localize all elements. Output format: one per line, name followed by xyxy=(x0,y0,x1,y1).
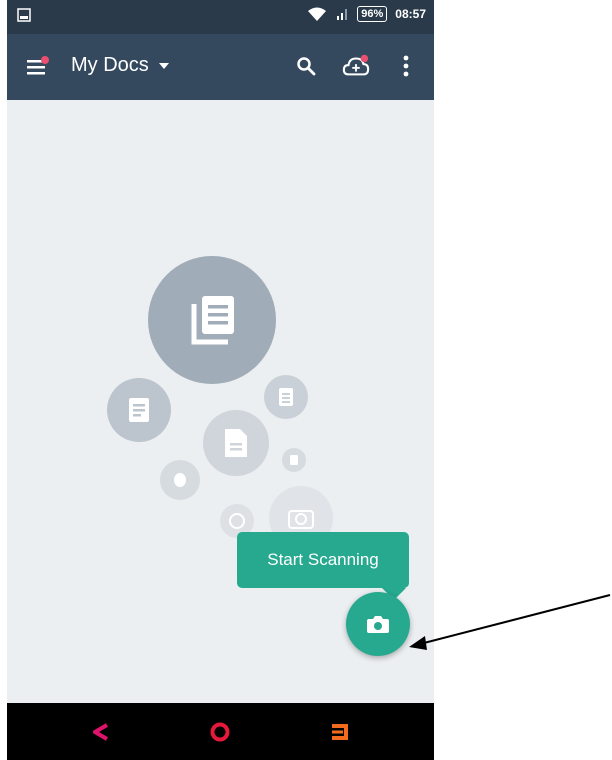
battery-level: 96% xyxy=(357,6,388,22)
signal-icon xyxy=(337,9,348,20)
more-vert-icon xyxy=(403,55,409,77)
page: 96% 08:57 My Docs Start Scanning xyxy=(0,0,612,760)
app-bar: My Docs xyxy=(7,34,434,100)
search-icon xyxy=(297,57,316,76)
status-bar: 96% 08:57 xyxy=(7,0,434,34)
menu-icon xyxy=(27,56,49,75)
wifi-icon xyxy=(308,7,327,21)
clock: 08:57 xyxy=(395,7,426,21)
document-bubble-icon xyxy=(264,375,308,419)
documents-illustration-icon xyxy=(148,256,276,384)
recent-apps-button[interactable] xyxy=(321,713,359,751)
home-button[interactable] xyxy=(201,713,239,751)
app-bar-actions xyxy=(292,52,420,80)
start-scanning-tooltip: Start Scanning xyxy=(237,532,409,588)
screenshot-notification-icon xyxy=(17,8,31,22)
back-button[interactable] xyxy=(81,713,119,751)
document-bubble-icon xyxy=(107,378,171,442)
scan-camera-button[interactable] xyxy=(346,592,410,656)
folder-selector[interactable]: My Docs xyxy=(71,54,169,77)
decorative-bubble xyxy=(282,448,306,472)
app-title: My Docs xyxy=(71,54,149,76)
decorative-bubble xyxy=(160,460,200,500)
recent-apps-icon xyxy=(332,724,348,740)
system-nav-bar xyxy=(7,703,434,760)
cloud-sync-button[interactable] xyxy=(342,52,370,80)
back-icon xyxy=(93,723,109,741)
cloud-add-icon xyxy=(342,54,370,76)
document-bubble-icon xyxy=(203,410,269,476)
status-right: 96% 08:57 xyxy=(307,6,426,22)
tooltip-label: Start Scanning xyxy=(267,550,379,569)
home-icon xyxy=(210,722,230,742)
search-button[interactable] xyxy=(292,52,320,80)
camera-icon xyxy=(367,616,389,633)
phone-screen: 96% 08:57 My Docs Start Scanning xyxy=(7,0,434,760)
caret-down-icon xyxy=(158,62,169,69)
more-options-button[interactable] xyxy=(392,52,420,80)
menu-button[interactable] xyxy=(25,55,51,79)
